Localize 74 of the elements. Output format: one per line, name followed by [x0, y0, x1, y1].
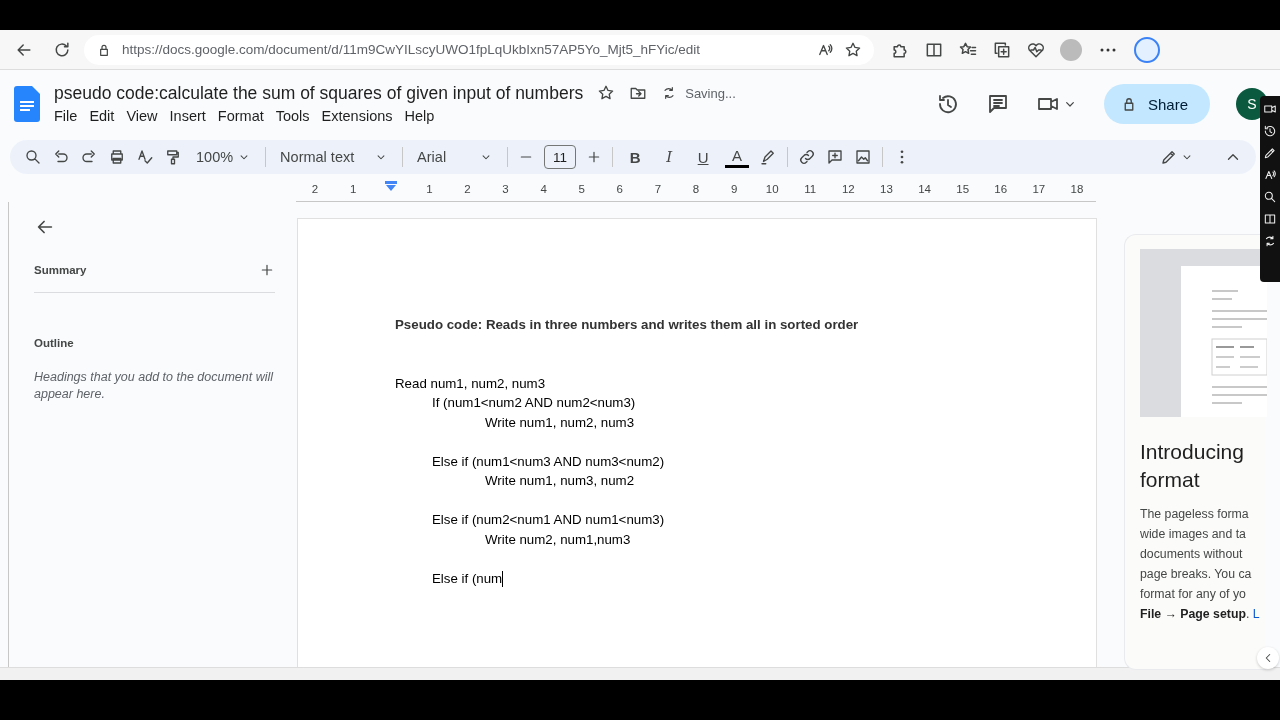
star-icon[interactable] — [597, 84, 616, 102]
menu-item[interactable]: Insert — [163, 105, 212, 126]
ruler-number: 14 — [917, 182, 932, 197]
menu-item[interactable]: Extensions — [315, 105, 399, 126]
code-line: Read num1, num2, num3 — [395, 374, 546, 393]
ruler-number: 15 — [955, 182, 971, 197]
code-line: Else if (num2<num1 AND num1<num3) — [432, 511, 665, 529]
code-line: Else if (num — [432, 569, 503, 588]
summary-label: Summary — [34, 264, 87, 276]
code-line: Else if (num1<num3 AND num3<num2) — [432, 452, 665, 471]
ruler-number: 18 — [1069, 182, 1085, 197]
address-bar[interactable]: https://docs.google.com/document/d/11m9CwYILscyUWO1fpLqUkbIxn57AP5Yo_Mjt5_hFYic/edit — [84, 34, 874, 65]
ruler-number: 10 — [764, 182, 780, 197]
document-heading: Pseudo code: Reads in three numbers and writes them all in sorted order — [395, 316, 859, 334]
ruler-number: 1 — [425, 182, 434, 197]
image-icon[interactable] — [854, 148, 873, 166]
add-summary-icon[interactable] — [259, 262, 275, 278]
bold-button[interactable]: B — [623, 145, 648, 169]
ruler-number: 4 — [539, 182, 548, 197]
code-line: If (num1<num2 AND num2<num3) — [432, 394, 636, 412]
indent-marker-icon[interactable] — [385, 181, 398, 191]
menu-item[interactable]: Edit — [83, 105, 121, 126]
font-size-field[interactable]: 11 — [544, 145, 577, 169]
saving-status: Saving... — [685, 85, 736, 101]
menu-item[interactable]: Help — [398, 105, 441, 126]
style-dropdown[interactable]: Normal text — [276, 149, 393, 165]
add-comment-icon[interactable] — [826, 148, 845, 166]
pencil-icon[interactable] — [1160, 148, 1178, 166]
ruler-number: 16 — [993, 182, 1009, 197]
code-line: Write num1, num3, num2 — [485, 472, 635, 490]
menu-item[interactable]: Tools — [269, 105, 316, 126]
card-heading: Introducing format — [1140, 439, 1245, 493]
window-icon[interactable] — [1263, 212, 1277, 226]
card-text: The pageless forma wide images and ta documents without page breaks. You ca format for any of yo File → Page setup. L — [1140, 506, 1261, 623]
ruler-number: 9 — [729, 182, 739, 197]
code-line: Write num2, num1,num3 — [485, 530, 631, 549]
link-icon[interactable] — [798, 148, 817, 166]
url-text: https://docs.google.com/document/d/11m9CwYILscyUWO1fpLqUkbIxn57AP5Yo_Mjt5_hFYic/edit — [122, 42, 702, 57]
search-icon[interactable] — [24, 148, 42, 166]
ruler-number: 1 — [348, 182, 358, 197]
menu-item[interactable]: Format — [211, 105, 270, 126]
font-dropdown[interactable]: Arial — [413, 149, 498, 165]
share-button[interactable]: Share — [1103, 84, 1210, 124]
underline-button[interactable]: U — [691, 145, 716, 169]
ruler-number: 6 — [615, 182, 624, 197]
ruler-number: 12 — [840, 182, 856, 197]
text-color-button[interactable]: A — [725, 146, 750, 168]
italic-button[interactable]: I — [657, 145, 682, 169]
star-icon[interactable] — [844, 40, 862, 59]
ruler-number: 2 — [310, 182, 320, 197]
code-line: Write num1, num2, num3 — [485, 413, 635, 432]
ruler-number: 13 — [879, 182, 894, 197]
document-title[interactable]: pseudo code:calculate the sum of squares of given input of numbers — [54, 82, 584, 104]
camera-icon[interactable] — [1263, 102, 1277, 116]
menu-item[interactable]: View — [120, 105, 164, 126]
print-icon[interactable] — [108, 148, 126, 166]
horizontal-scrollbar[interactable] — [0, 667, 1280, 680]
learn-more-link[interactable]: L — [1252, 607, 1260, 621]
copilot-icon[interactable] — [1134, 36, 1160, 63]
ruler-number: 17 — [1031, 182, 1047, 197]
ruler-number: 2 — [463, 182, 472, 197]
spellcheck-icon[interactable] — [136, 148, 154, 166]
ruler-number: 8 — [691, 182, 701, 197]
text-cursor — [502, 570, 504, 587]
zoom-dropdown[interactable]: 100% — [192, 149, 256, 165]
menu-item[interactable]: File — [48, 105, 84, 126]
ruler-number: 5 — [577, 182, 586, 197]
outline-hint: Headings that you add to the document will appear here. — [34, 369, 275, 403]
ruler-number: 3 — [501, 182, 510, 197]
ruler-number: 7 — [653, 182, 663, 197]
outline-label: Outline — [34, 337, 75, 349]
docs-logo-icon[interactable] — [14, 86, 40, 122]
paint-format-icon[interactable] — [164, 148, 182, 166]
ruler-number: 11 — [803, 182, 818, 197]
